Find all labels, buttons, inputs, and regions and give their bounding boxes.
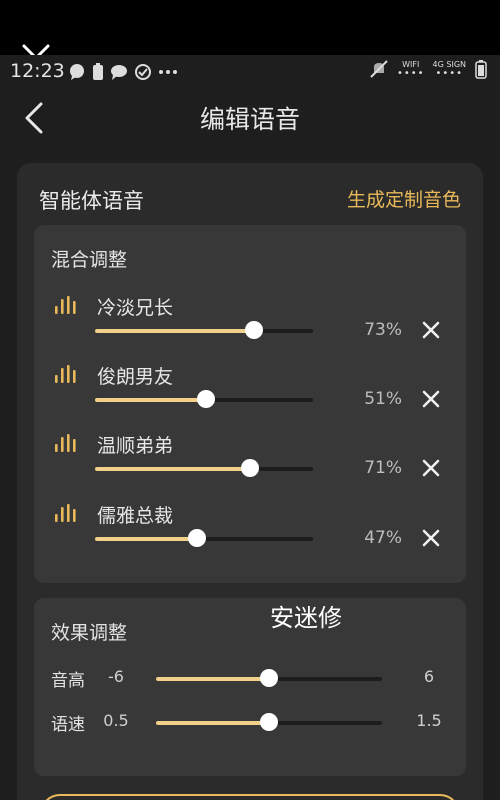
voice-mix-percent: 71% bbox=[364, 458, 402, 478]
page-title: 编辑语音 bbox=[199, 105, 300, 134]
remove-voice-icon[interactable] bbox=[420, 319, 442, 341]
watermark-text: 安迷修 bbox=[270, 604, 342, 632]
voice-mix-percent: 47% bbox=[364, 528, 402, 548]
check-circle-icon bbox=[135, 64, 151, 80]
voice-mix-slider-handle[interactable] bbox=[240, 459, 259, 477]
agent-voice-title: 智能体语音 bbox=[39, 189, 144, 213]
pitch-slider[interactable] bbox=[156, 669, 382, 687]
speed-slider-handle[interactable] bbox=[260, 713, 278, 731]
status-time: 12:23 bbox=[10, 60, 65, 82]
pitch-slider-handle[interactable] bbox=[260, 669, 278, 687]
status-notification-icons bbox=[68, 63, 178, 81]
voice-row: 儒雅总裁 47% bbox=[34, 501, 466, 561]
battery-icon bbox=[93, 63, 103, 80]
voice-mix-slider[interactable] bbox=[95, 529, 313, 547]
generate-custom-voice-link[interactable]: 生成定制音色 bbox=[347, 185, 461, 212]
effects-adjust-panel: 效果调整 音高 -6 6 语速 0.5 1.5 bbox=[34, 598, 466, 776]
voice-mix-slider-handle[interactable] bbox=[188, 529, 207, 547]
speed-row: 语速 0.5 1.5 bbox=[34, 708, 466, 738]
top-black-bar bbox=[0, 0, 500, 55]
pitch-row: 音高 -6 6 bbox=[34, 664, 466, 694]
sound-wave-icon bbox=[55, 296, 76, 314]
message-bubble-icon bbox=[70, 64, 84, 80]
pitch-min-label: -6 bbox=[108, 667, 124, 686]
pitch-label: 音高 bbox=[51, 671, 85, 691]
chat-icon bbox=[111, 65, 127, 80]
voice-mix-percent: 51% bbox=[364, 389, 402, 409]
voice-name: 冷淡兄长 bbox=[97, 297, 174, 319]
speed-max-label: 1.5 bbox=[416, 711, 442, 730]
remove-voice-icon[interactable] bbox=[420, 527, 442, 549]
sound-wave-icon bbox=[55, 365, 76, 383]
effects-adjust-title: 效果调整 bbox=[51, 622, 128, 644]
voice-mix-percent: 73% bbox=[364, 320, 402, 340]
pitch-max-label: 6 bbox=[423, 667, 435, 686]
voice-row: 温顺弟弟 71% bbox=[34, 431, 466, 491]
pitch-slider-fill bbox=[156, 677, 269, 681]
bottom-action-button[interactable] bbox=[40, 794, 460, 800]
more-dots-icon bbox=[159, 70, 177, 74]
status-right-icons: WIFI •••• 4G SIGN •••• bbox=[369, 59, 488, 79]
status-bar: 12:23 WIFI •••• 4G SIGN •••• bbox=[0, 55, 500, 87]
speed-slider[interactable] bbox=[156, 713, 382, 731]
battery-level-icon bbox=[475, 60, 487, 79]
speed-label: 语速 bbox=[51, 715, 85, 735]
voice-name: 儒雅总裁 bbox=[97, 505, 174, 527]
page-header: 编辑语音 bbox=[0, 87, 500, 147]
agent-voice-card: 智能体语音 生成定制音色 混合调整 冷淡兄长 73% 俊朗男友 51% 温顺弟弟 71% 儒… bbox=[17, 163, 483, 800]
voice-mix-slider[interactable] bbox=[95, 390, 313, 408]
voice-mix-slider[interactable] bbox=[95, 459, 313, 477]
voice-mix-slider-handle[interactable] bbox=[245, 321, 264, 339]
remove-voice-icon[interactable] bbox=[420, 388, 442, 410]
speed-min-label: 0.5 bbox=[103, 711, 129, 730]
voice-mix-slider-fill bbox=[95, 329, 255, 333]
voice-name: 俊朗男友 bbox=[97, 366, 174, 388]
sound-wave-icon bbox=[55, 504, 76, 522]
mute-icon bbox=[370, 60, 388, 78]
voice-mix-slider[interactable] bbox=[95, 321, 313, 339]
voice-row: 冷淡兄长 73% bbox=[34, 293, 466, 353]
mix-adjust-title: 混合调整 bbox=[51, 249, 128, 271]
signal-indicator: 4G SIGN •••• bbox=[432, 60, 466, 79]
voice-mix-slider-fill bbox=[95, 537, 198, 541]
voice-mix-slider-handle[interactable] bbox=[197, 390, 216, 408]
voice-row: 俊朗男友 51% bbox=[34, 362, 466, 422]
remove-voice-icon[interactable] bbox=[420, 457, 442, 479]
mix-adjust-panel: 混合调整 冷淡兄长 73% 俊朗男友 51% 温顺弟弟 71% 儒雅总裁 47% bbox=[34, 225, 466, 583]
sound-wave-icon bbox=[55, 434, 76, 452]
voice-mix-slider-fill bbox=[95, 467, 250, 471]
voice-name: 温顺弟弟 bbox=[97, 435, 174, 457]
voice-mix-slider-fill bbox=[95, 398, 207, 402]
speed-slider-fill bbox=[156, 721, 269, 725]
wifi-indicator: WIFI •••• bbox=[396, 60, 425, 79]
